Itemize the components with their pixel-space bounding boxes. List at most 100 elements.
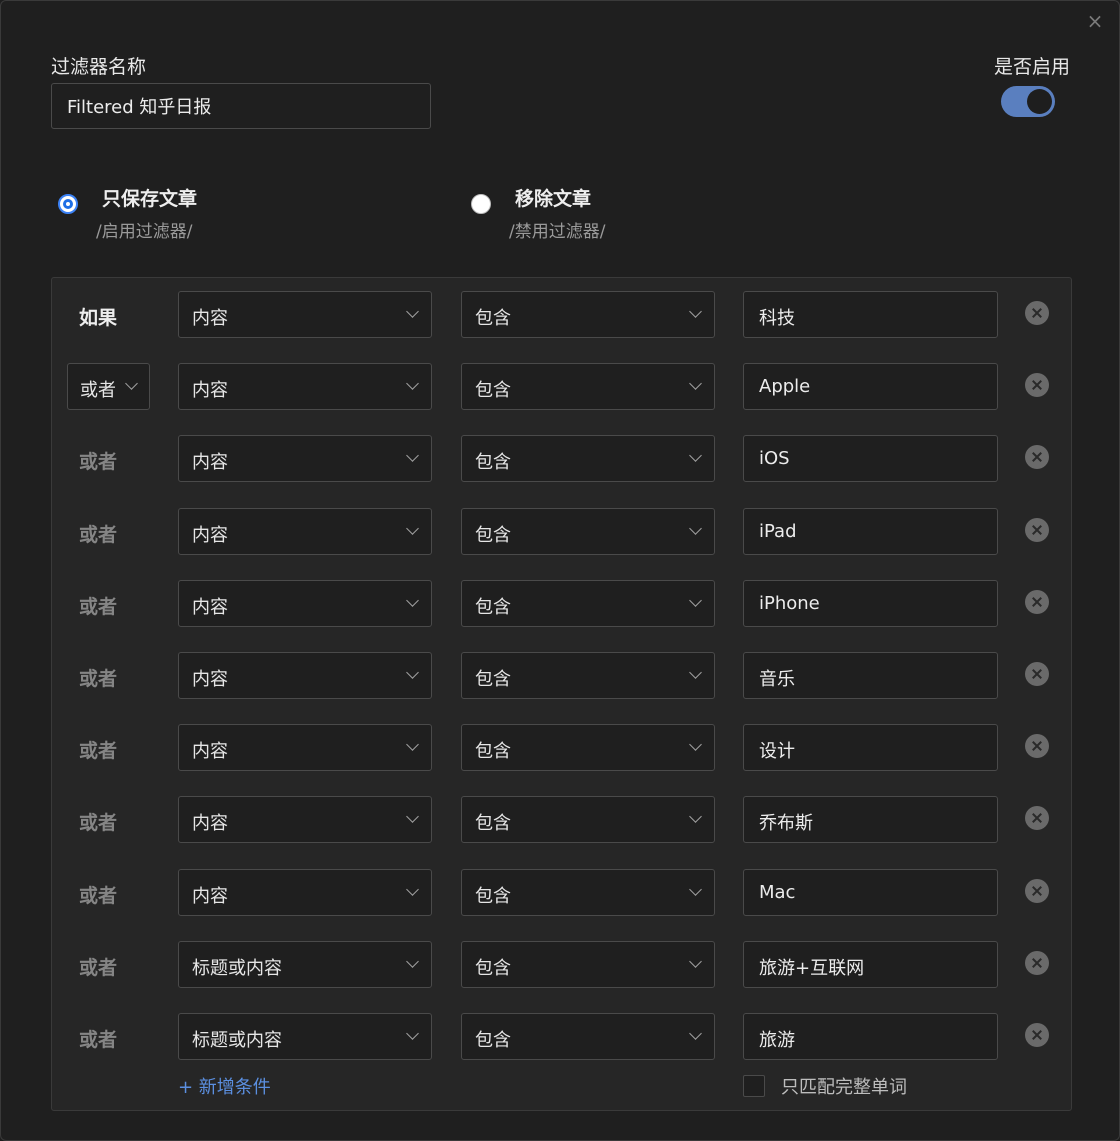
chevron-down-icon (689, 738, 702, 752)
keyword-input[interactable]: iOS (743, 435, 998, 483)
rule-row: 或者 内容 包含 设计 (52, 724, 1073, 772)
operator-select-value: 包含 (475, 885, 511, 907)
field-select-value: 内容 (192, 885, 228, 907)
field-select[interactable]: 内容 (178, 868, 432, 916)
logic-select[interactable]: 或者 (67, 363, 150, 411)
keyword-input[interactable]: Apple (743, 363, 998, 411)
keyword-input[interactable]: 旅游+互联网 (743, 940, 998, 988)
chevron-down-icon (689, 810, 702, 824)
keyword-input[interactable]: Mac (743, 868, 998, 916)
operator-select[interactable]: 包含 (461, 363, 715, 411)
chevron-down-icon (689, 954, 702, 968)
operator-select-value: 包含 (475, 741, 511, 763)
rules-panel: 如果 内容 包含 科技 或者 内容 包含 Apple 或者 内容 包含 iOS … (51, 277, 1072, 1111)
filter-name-input[interactable] (51, 83, 431, 129)
remove-rule-icon[interactable] (1025, 878, 1049, 903)
keyword-input[interactable]: 设计 (743, 724, 998, 772)
field-select[interactable]: 标题或内容 (178, 940, 432, 988)
chevron-down-icon (406, 738, 419, 752)
remove-rule-icon[interactable] (1025, 734, 1049, 759)
chevron-down-icon (689, 449, 702, 463)
chevron-down-icon (125, 377, 138, 391)
field-select-value: 内容 (192, 669, 228, 690)
keyword-value: iPhone (759, 592, 820, 614)
remove-rule-icon[interactable] (1025, 301, 1049, 325)
close-icon[interactable]: × (1085, 11, 1105, 31)
operator-select-value: 包含 (475, 813, 511, 835)
field-select-value: 标题或内容 (192, 957, 282, 979)
remove-rule-icon[interactable] (1025, 1023, 1049, 1047)
field-select-value: 标题或内容 (192, 1030, 282, 1051)
keyword-value: 旅游+互联网 (759, 957, 865, 979)
whole-word-checkbox[interactable] (743, 1075, 765, 1097)
radio-checked-icon[interactable] (58, 194, 78, 214)
remove-rule-icon[interactable] (1025, 445, 1049, 470)
field-select[interactable]: 内容 (178, 652, 432, 699)
field-select[interactable]: 标题或内容 (178, 1013, 432, 1060)
operator-select[interactable]: 包含 (461, 291, 715, 338)
radio-keep-subtitle: /启用过滤器/ (96, 222, 193, 242)
chevron-down-icon (406, 593, 419, 607)
field-select-value: 内容 (192, 596, 228, 618)
add-condition-link[interactable]: + 新增条件 (178, 1073, 271, 1099)
keyword-value: Apple (759, 376, 811, 398)
keyword-input[interactable]: iPhone (743, 579, 998, 627)
operator-select-value: 包含 (475, 452, 511, 474)
radio-unchecked-icon[interactable] (471, 194, 491, 214)
rule-row: 或者 内容 包含 音乐 (52, 652, 1073, 700)
filter-name-label: 过滤器名称 (51, 56, 147, 78)
operator-select[interactable]: 包含 (461, 868, 715, 916)
operator-select-value: 包含 (475, 1030, 511, 1051)
keyword-value: iPad (759, 520, 797, 542)
chevron-down-icon (689, 882, 702, 896)
rule-logic-label: 或者 (79, 956, 118, 979)
keyword-input[interactable]: 科技 (743, 291, 998, 338)
field-select[interactable]: 内容 (178, 507, 432, 555)
field-select[interactable]: 内容 (178, 291, 432, 338)
chevron-down-icon (689, 666, 702, 679)
field-select[interactable]: 内容 (178, 796, 432, 844)
keyword-input[interactable]: 音乐 (743, 652, 998, 699)
remove-rule-icon[interactable] (1025, 517, 1049, 542)
chevron-down-icon (689, 377, 702, 391)
operator-select[interactable]: 包含 (461, 579, 715, 627)
remove-rule-icon[interactable] (1025, 806, 1049, 831)
operator-select-value: 包含 (475, 669, 511, 690)
operator-select-value: 包含 (475, 524, 511, 546)
rule-logic-label: 或者 (79, 523, 118, 546)
field-select[interactable]: 内容 (178, 435, 432, 483)
field-select[interactable]: 内容 (178, 579, 432, 627)
operator-select[interactable]: 包含 (461, 652, 715, 699)
field-select[interactable]: 内容 (178, 363, 432, 411)
operator-select[interactable]: 包含 (461, 940, 715, 988)
rule-logic-label: 或者 (79, 451, 118, 474)
rule-row: 如果 内容 包含 科技 (52, 291, 1073, 339)
rule-row: 或者 内容 包含 乔布斯 (52, 796, 1073, 844)
keyword-input[interactable]: iPad (743, 507, 998, 555)
rule-logic-label: 或者 (79, 884, 118, 907)
keyword-value: 音乐 (759, 669, 795, 690)
chevron-down-icon (406, 377, 419, 391)
operator-select[interactable]: 包含 (461, 724, 715, 772)
operator-select[interactable]: 包含 (461, 1013, 715, 1060)
rule-row: 或者 内容 包含 Mac (52, 868, 1073, 917)
field-select-value: 内容 (192, 741, 228, 763)
keyword-input[interactable]: 乔布斯 (743, 796, 998, 844)
field-select-value: 内容 (192, 813, 228, 835)
keyword-input[interactable]: 旅游 (743, 1013, 998, 1060)
enable-label: 是否启用 (994, 56, 1071, 78)
chevron-down-icon (406, 449, 419, 463)
field-select[interactable]: 内容 (178, 724, 432, 772)
operator-select[interactable]: 包含 (461, 435, 715, 483)
chevron-down-icon (406, 1027, 419, 1040)
operator-select[interactable]: 包含 (461, 507, 715, 555)
rule-logic-label: 或者 (79, 1029, 118, 1051)
remove-rule-icon[interactable] (1025, 950, 1049, 975)
remove-rule-icon[interactable] (1025, 589, 1049, 614)
enable-toggle[interactable] (1001, 86, 1055, 117)
remove-rule-icon[interactable] (1025, 662, 1049, 686)
rule-row: 或者 标题或内容 包含 旅游 (52, 1013, 1073, 1061)
remove-rule-icon[interactable] (1025, 373, 1049, 398)
operator-select[interactable]: 包含 (461, 796, 715, 844)
chevron-down-icon (689, 521, 702, 535)
